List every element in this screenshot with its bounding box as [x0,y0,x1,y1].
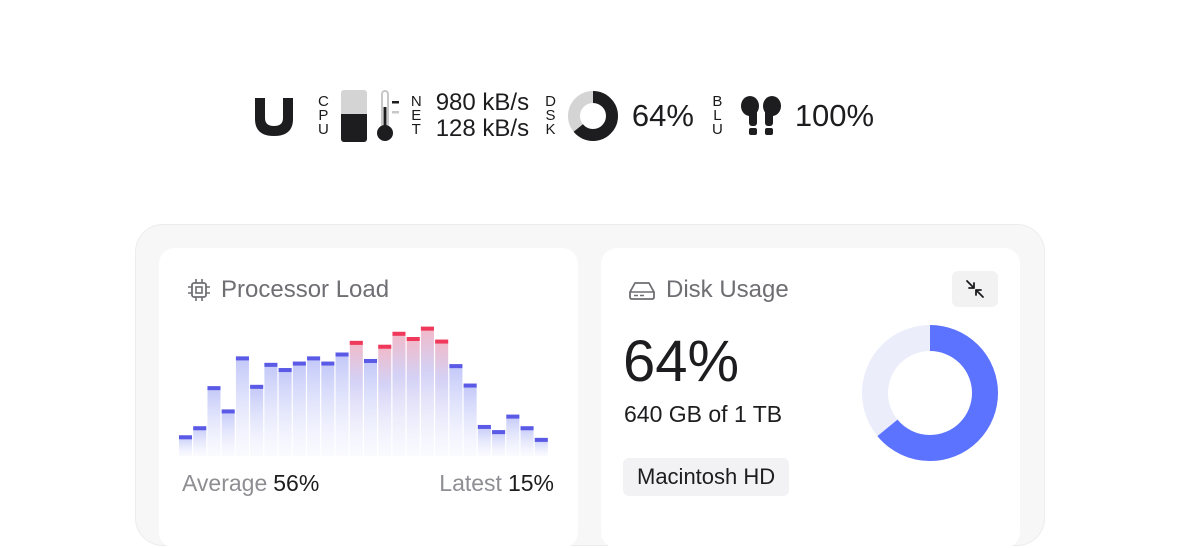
cpu-bar [463,383,477,456]
cpu-bar [477,424,491,456]
cpu-bar-cap [392,331,406,336]
cpu-bar [506,414,520,456]
network-download-rate: 980 kB/s [435,89,530,116]
cpu-bar [392,331,406,456]
average-label: Average [182,470,268,496]
menubar-stats: C P U N E T 980 kB/s 128 kB/s D S K 64% … [252,84,874,148]
network-upload-rate: 128 kB/s [435,115,530,142]
cpu-bar-cap [335,352,349,357]
cpu-bar [292,361,306,456]
processor-card-title: Processor Load [221,276,390,303]
thermometer-icon [376,90,399,141]
cpu-bar [335,352,349,456]
cpu-bar-cap [321,361,335,366]
cpu-bar-cap [420,326,434,331]
disk-usage-donut-large [862,325,998,461]
cpu-bar [278,368,292,456]
disk-card-header: Disk Usage [628,276,789,304]
processor-load-chart [179,326,548,456]
processor-stats: Average 56% Latest 15% [182,470,554,497]
cpu-bar [264,362,278,456]
cpu-bar [207,386,221,456]
latest-stat: Latest 15% [439,470,554,497]
cpu-bar-cap [264,362,278,367]
cpu-bar-cap [406,336,420,341]
disk-capacity-text: 640 GB of 1 TB [624,401,783,427]
airpods-icon [740,96,781,135]
network-rates: 980 kB/s 128 kB/s [436,90,529,142]
cpu-load-bar [340,90,367,142]
network-menu-item[interactable]: N E T 980 kB/s 128 kB/s [411,90,545,142]
cpu-bar [235,356,249,456]
temperature-menu-item[interactable] [376,89,411,143]
cpu-bar-cap [207,386,221,391]
cpu-bar-cap [292,361,306,366]
disk-usage-percent-large: 64% [623,329,740,394]
cpu-bar-cap [435,339,449,344]
cpu-bar-cap [349,340,363,345]
cpu-bar [420,326,434,456]
cpu-bar [449,364,463,456]
chip-icon [188,279,210,301]
cpu-bar-cap [477,424,491,429]
volume-name-badge[interactable]: Macintosh HD [623,458,790,496]
cpu-bar-cap [179,435,193,440]
processor-load-card: Processor Load Average 56% Latest 15% [159,248,578,548]
average-stat: Average 56% [182,470,319,497]
cpu-bar [520,426,534,456]
cpu-bar-cap [221,409,235,414]
cpu-bar-cap [534,437,548,442]
cpu-bar [221,409,235,456]
cpu-bar [250,384,264,456]
cpu-bar-cap [193,426,207,431]
latest-value: 15% [507,470,554,496]
processor-card-header: Processor Load [187,276,389,304]
cpu-bar [193,426,207,456]
cpu-bar-cap [492,430,506,435]
cpu-bar-cap [449,364,463,369]
cpu-bar [406,336,420,456]
cpu-bar [321,361,335,456]
average-value: 56% [273,470,320,496]
cpu-bar-cap [364,358,378,363]
bluetooth-label: B L U [711,93,723,138]
network-label: N E T [410,93,422,138]
cpu-bar [435,339,449,456]
cpu-bar-cap [506,414,520,419]
cpu-bar [364,358,378,456]
disk-menu-item[interactable]: D S K 64% [545,89,712,143]
disk-usage-percent: 64% [631,98,694,133]
collapse-button[interactable] [952,271,998,307]
u-logo-icon [255,98,293,136]
latest-label: Latest [439,470,502,496]
bluetooth-menu-item[interactable]: B L U 100% [712,94,874,138]
disk-usage-card: Disk Usage 64% 640 GB of 1 TB Macintosh … [601,248,1020,548]
disk-card-title: Disk Usage [666,276,789,303]
cpu-bar-cap [520,426,534,431]
collapse-arrows-icon [966,280,984,298]
cpu-bar-cap [235,356,249,361]
cpu-bar-cap [250,384,264,389]
cpu-label: C P U [318,93,329,138]
cpu-bar-cap [307,356,321,361]
disk-usage-donut [567,91,618,141]
cpu-bar-cap [463,383,477,388]
cpu-bar [378,344,392,456]
drive-icon [629,282,655,300]
cpu-bar-cap [378,344,392,349]
bluetooth-battery-percent: 100% [794,98,875,133]
app-menu-item[interactable] [252,96,318,136]
cpu-bar [307,356,321,456]
disk-label: D S K [545,93,556,138]
cpu-menu-item[interactable]: C P U [318,90,377,142]
cpu-bar [349,340,363,456]
cpu-load-fill [340,114,367,142]
cpu-bar-cap [278,368,292,373]
